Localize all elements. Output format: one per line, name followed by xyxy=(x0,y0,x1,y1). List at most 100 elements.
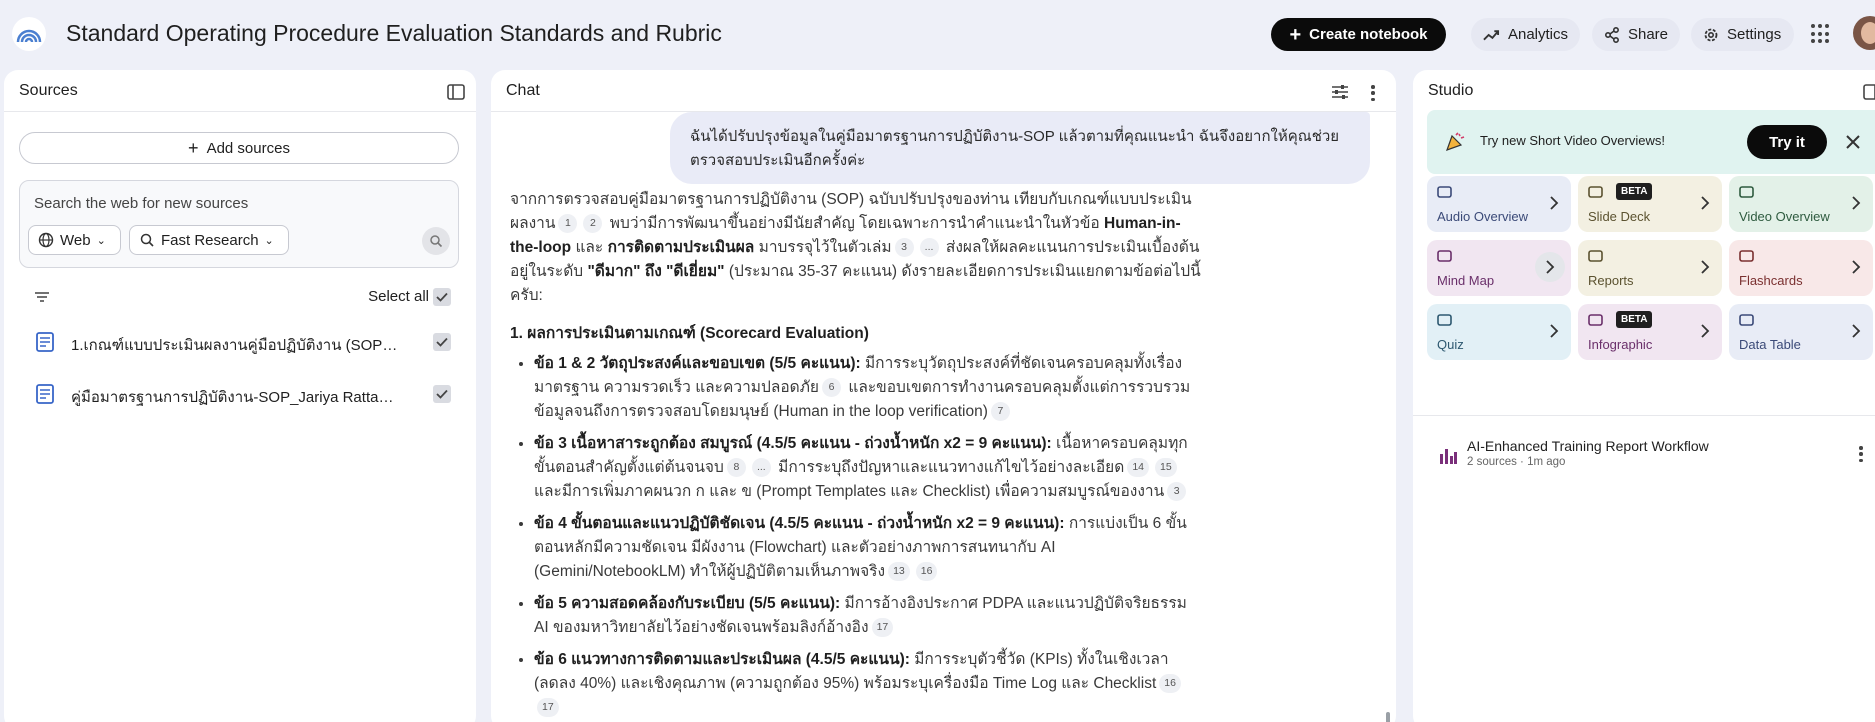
tile-video-overview[interactable]: Video Overview xyxy=(1729,176,1873,232)
chevron-right-icon xyxy=(1550,196,1559,210)
note-meta: 2 sources · 1m ago xyxy=(1467,456,1566,468)
collapse-panel-icon[interactable] xyxy=(1861,81,1875,103)
bar-chart-icon xyxy=(1440,449,1457,464)
tile-flashcards[interactable]: Flashcards xyxy=(1729,240,1873,296)
close-icon[interactable] xyxy=(1841,130,1865,154)
studio-header: Studio xyxy=(1413,70,1875,112)
source-name: คู่มือมาตรฐานการปฏิบัติงาน-SOP_Jariya Ra… xyxy=(71,389,401,406)
studio-title: Studio xyxy=(1428,82,1474,99)
select-all-checkbox[interactable] xyxy=(433,288,451,306)
promo-text: Try new Short Video Overviews! xyxy=(1480,133,1665,148)
sources-header: Sources xyxy=(4,70,476,112)
chevron-right-icon xyxy=(1701,324,1710,338)
section-heading: 1. ผลการประเมินตามเกณฑ์ (Scorecard Evalu… xyxy=(510,325,869,342)
note-title: AI-Enhanced Training Report Workflow xyxy=(1467,438,1709,454)
source-checkbox[interactable] xyxy=(433,385,451,403)
tile-reports[interactable]: Reports xyxy=(1578,240,1722,296)
more-options-icon[interactable] xyxy=(1371,85,1375,101)
citation-badge[interactable]: 6 xyxy=(822,378,842,398)
chat-panel: Chat ฉันได้ปรับปรุงข้อมูลในคู่มือมาตรฐาน… xyxy=(491,70,1396,722)
analytics-button[interactable]: Analytics xyxy=(1471,18,1580,51)
citation-badge[interactable]: 15 xyxy=(1155,458,1177,478)
source-item[interactable]: 1.เกณฑ์แบบประเมินผลงานคู่มือปฏิบัติงาน (… xyxy=(19,322,459,362)
gear-icon xyxy=(1704,28,1718,41)
sources-filter-row: Select all xyxy=(19,282,459,312)
tile-label: Video Overview xyxy=(1739,209,1830,224)
citation-badge[interactable]: 3 xyxy=(894,238,914,258)
settings-label: Settings xyxy=(1727,26,1782,43)
source-item[interactable]: คู่มือมาตรฐานการปฏิบัติงาน-SOP_Jariya Ra… xyxy=(19,374,459,414)
citation-badge[interactable]: 17 xyxy=(537,698,559,718)
trending-up-icon xyxy=(1483,29,1500,40)
plus-icon: + xyxy=(188,137,199,158)
citation-badge[interactable]: 1 xyxy=(558,214,578,234)
chat-title: Chat xyxy=(506,82,540,99)
web-source-dropdown[interactable]: Web ⌄ xyxy=(28,225,121,255)
collapse-panel-icon[interactable] xyxy=(445,81,467,103)
divider xyxy=(1413,415,1875,416)
filter-icon[interactable] xyxy=(31,286,53,308)
list-item: ข้อ 6 แนวทางการติดตามและประเมินผล (4.5/5… xyxy=(534,648,1205,720)
citation-badge[interactable]: 16 xyxy=(915,562,938,582)
tile-label: Data Table xyxy=(1739,337,1801,352)
top-bar: Standard Operating Procedure Evaluation … xyxy=(0,0,1875,66)
citation-badge[interactable]: 7 xyxy=(990,402,1010,422)
tile-label: Mind Map xyxy=(1437,273,1495,288)
document-icon xyxy=(36,332,54,352)
citation-badge[interactable]: 8 xyxy=(726,458,746,478)
search-input[interactable]: Search the web for new sources xyxy=(34,195,248,212)
sources-panel: Sources + Add sources Search the web for… xyxy=(4,70,476,722)
audio-overview-icon xyxy=(1437,186,1452,198)
source-name: 1.เกณฑ์แบบประเมินผลงานคู่มือปฏิบัติงาน (… xyxy=(71,337,401,354)
tile-mind-map[interactable]: Mind Map xyxy=(1427,240,1571,296)
chevron-right-icon xyxy=(1852,260,1861,274)
tile-quiz[interactable]: Quiz xyxy=(1427,304,1571,360)
citation-badge[interactable]: 17 xyxy=(871,618,894,638)
data-table-icon xyxy=(1739,314,1754,326)
avatar[interactable] xyxy=(1853,16,1875,50)
tile-infographic[interactable]: BETA Infographic xyxy=(1578,304,1722,360)
mind-map-icon xyxy=(1437,250,1452,262)
apps-grid-icon[interactable] xyxy=(1811,24,1831,44)
slide-deck-icon xyxy=(1588,186,1603,198)
try-it-button[interactable]: Try it xyxy=(1747,125,1827,159)
list-item: ข้อ 1 & 2 วัตถุประสงค์และขอบเขต (5/5 คะแ… xyxy=(534,352,1205,424)
assistant-response: จากการตรวจสอบคู่มือมาตรฐานการปฏิบัติงาน … xyxy=(510,188,1205,722)
source-checkbox[interactable] xyxy=(433,333,451,351)
research-mode-dropdown[interactable]: Fast Research ⌄ xyxy=(129,225,289,255)
saved-note-item[interactable]: AI-Enhanced Training Report Workflow 2 s… xyxy=(1427,436,1875,480)
search-submit-icon[interactable] xyxy=(422,227,450,255)
citation-badge[interactable]: 2 xyxy=(583,214,603,234)
document-icon xyxy=(36,384,54,404)
user-message: ฉันได้ปรับปรุงข้อมูลในคู่มือมาตรฐานการปฏ… xyxy=(670,112,1370,184)
list-item: ข้อ 3 เนื้อหาสาระถูกต้อง สมบูรณ์ (4.5/5 … xyxy=(534,432,1205,504)
chat-scrollbar[interactable] xyxy=(1386,712,1390,722)
citation-badge[interactable]: ... xyxy=(751,458,771,478)
add-sources-button[interactable]: + Add sources xyxy=(19,132,459,164)
notebooklm-logo-icon[interactable] xyxy=(12,17,46,51)
notebook-title[interactable]: Standard Operating Procedure Evaluation … xyxy=(66,20,722,47)
research-chip-label: Fast Research xyxy=(161,231,259,249)
tile-audio-overview[interactable]: Audio Overview xyxy=(1427,176,1571,232)
create-notebook-button[interactable]: + Create notebook xyxy=(1271,18,1446,51)
share-button[interactable]: Share xyxy=(1592,18,1680,51)
plus-icon: + xyxy=(1289,23,1302,46)
settings-button[interactable]: Settings xyxy=(1691,18,1794,51)
share-label: Share xyxy=(1627,26,1668,43)
citation-badge[interactable]: ... xyxy=(919,238,939,258)
citation-badge[interactable]: 3 xyxy=(1167,482,1187,502)
note-more-icon[interactable] xyxy=(1859,446,1863,462)
citation-badge[interactable]: 13 xyxy=(888,562,910,582)
tune-icon[interactable] xyxy=(1329,81,1351,103)
video-overview-icon xyxy=(1739,186,1754,198)
citation-badge[interactable]: 14 xyxy=(1127,458,1149,478)
beta-badge: BETA xyxy=(1616,311,1653,328)
citation-badge[interactable]: 16 xyxy=(1159,674,1181,694)
globe-icon xyxy=(38,232,54,248)
tile-data-table[interactable]: Data Table xyxy=(1729,304,1873,360)
infographic-icon xyxy=(1588,314,1603,326)
create-notebook-label: Create notebook xyxy=(1309,26,1428,43)
tile-label: Flashcards xyxy=(1739,273,1803,288)
tile-label: Infographic xyxy=(1588,337,1653,352)
tile-slide-deck[interactable]: BETA Slide Deck xyxy=(1578,176,1722,232)
